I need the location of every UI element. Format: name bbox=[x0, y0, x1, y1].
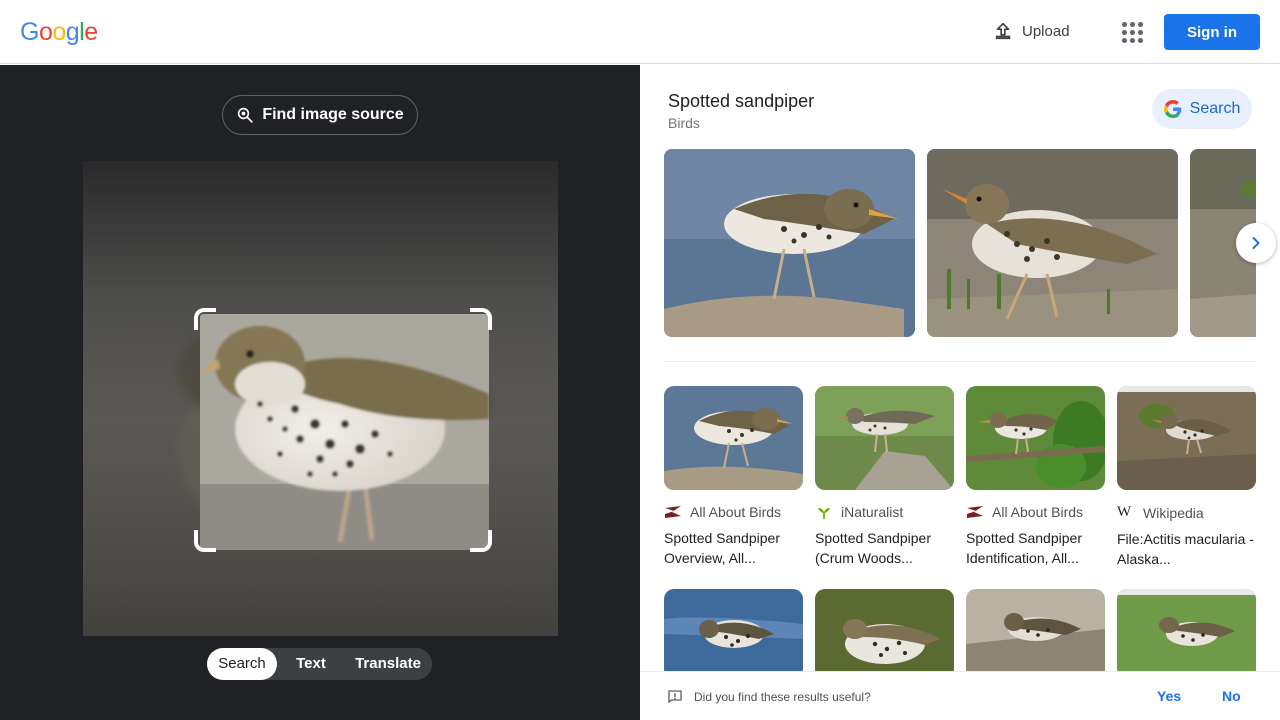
result-thumbnail[interactable] bbox=[664, 589, 803, 679]
lens-search-icon bbox=[238, 107, 253, 123]
logo-letter: G bbox=[20, 18, 39, 46]
upload-icon bbox=[995, 22, 1011, 40]
upload-button[interactable]: Upload bbox=[992, 20, 1070, 42]
google-g-icon bbox=[1163, 100, 1181, 118]
result-thumbnail[interactable] bbox=[966, 589, 1105, 679]
feedback-yes-button[interactable]: Yes bbox=[1157, 688, 1181, 704]
mode-tab-text[interactable]: Text bbox=[277, 648, 345, 680]
result-title[interactable]: Spotted Sandpiper Overview, All... bbox=[664, 528, 803, 568]
query-image-panel: Find image source Search Text Translate bbox=[0, 65, 640, 720]
logo-letter: o bbox=[52, 18, 66, 46]
mode-switcher: Search Text Translate bbox=[207, 648, 432, 680]
logo-letter: e bbox=[84, 18, 98, 46]
feedback-no-button[interactable]: No bbox=[1222, 688, 1241, 704]
cropped-bird-image bbox=[200, 314, 489, 550]
find-image-source-button[interactable]: Find image source bbox=[222, 95, 418, 135]
result-title[interactable]: Spotted Sandpiper (Crum Woods... bbox=[815, 528, 954, 568]
result-thumbnail[interactable] bbox=[1117, 386, 1256, 490]
entity-search-label: Search bbox=[1189, 100, 1241, 117]
logo-letter: g bbox=[65, 18, 80, 46]
feedback-question: Did you find these results useful? bbox=[694, 690, 871, 704]
result-thumbnail[interactable] bbox=[815, 386, 954, 490]
result-source-label: All About Birds bbox=[690, 504, 782, 520]
result-card[interactable]: iNaturalist Spotted Sandpiper (Crum Wood… bbox=[815, 386, 954, 568]
all-about-birds-icon bbox=[665, 506, 681, 518]
result-source-label: Wikipedia bbox=[1143, 504, 1204, 521]
all-about-birds-icon bbox=[967, 506, 983, 518]
result-source[interactable]: iNaturalist bbox=[815, 504, 954, 520]
result-card[interactable]: All About Birds Spotted Sandpiper Identi… bbox=[966, 386, 1105, 568]
feedback-icon bbox=[668, 690, 682, 703]
feedback-bar: Did you find these results useful? Yes N… bbox=[640, 671, 1280, 720]
result-source[interactable]: All About Birds bbox=[664, 504, 803, 520]
result-source-label: iNaturalist bbox=[841, 504, 904, 520]
result-card[interactable]: W Wikipedia File:Actitis macularia -Alas… bbox=[1117, 386, 1256, 569]
result-source-label: All About Birds bbox=[992, 504, 1084, 520]
result-thumbnail[interactable] bbox=[815, 589, 954, 679]
entity-subtitle: Birds bbox=[668, 115, 700, 131]
entity-title[interactable]: Spotted sandpiper bbox=[668, 91, 814, 112]
results-panel: Spotted sandpiper Birds Search All About… bbox=[640, 65, 1280, 720]
inaturalist-icon bbox=[817, 508, 831, 519]
apps-grid-icon[interactable] bbox=[1120, 20, 1144, 44]
carousel-next-button[interactable] bbox=[1236, 223, 1276, 263]
google-logo[interactable]: Google bbox=[20, 18, 98, 47]
header-bar: Google Upload Sign in bbox=[0, 0, 1280, 64]
result-source[interactable]: W Wikipedia bbox=[1117, 504, 1256, 521]
mode-tab-search[interactable]: Search bbox=[207, 648, 277, 680]
result-source[interactable]: All About Birds bbox=[966, 504, 1105, 520]
sign-in-button[interactable]: Sign in bbox=[1164, 14, 1260, 50]
crop-handle-top-left[interactable] bbox=[194, 308, 216, 330]
result-thumbnail[interactable] bbox=[664, 386, 803, 490]
result-thumbnail[interactable] bbox=[1117, 589, 1256, 679]
crop-selection[interactable] bbox=[200, 314, 489, 550]
mode-tab-translate[interactable]: Translate bbox=[345, 648, 431, 680]
chevron-right-icon bbox=[1252, 237, 1260, 249]
logo-letter: o bbox=[38, 18, 53, 46]
section-divider bbox=[664, 361, 1256, 362]
crop-handle-bottom-left[interactable] bbox=[194, 530, 216, 552]
result-title[interactable]: File:Actitis macularia -Alaska... bbox=[1117, 529, 1256, 569]
crop-handle-top-right[interactable] bbox=[470, 308, 492, 330]
result-thumbnail[interactable] bbox=[966, 386, 1105, 490]
result-title[interactable]: Spotted Sandpiper Identification, All... bbox=[966, 528, 1105, 568]
carousel-image[interactable] bbox=[927, 149, 1178, 337]
upload-label: Upload bbox=[1022, 22, 1070, 40]
carousel-image[interactable] bbox=[664, 149, 915, 337]
wikipedia-icon: W bbox=[1117, 504, 1132, 520]
find-image-source-label: Find image source bbox=[262, 106, 404, 123]
crop-handle-bottom-right[interactable] bbox=[470, 530, 492, 552]
entity-search-button[interactable]: Search bbox=[1152, 89, 1252, 129]
result-card[interactable]: All About Birds Spotted Sandpiper Overvi… bbox=[664, 386, 803, 568]
